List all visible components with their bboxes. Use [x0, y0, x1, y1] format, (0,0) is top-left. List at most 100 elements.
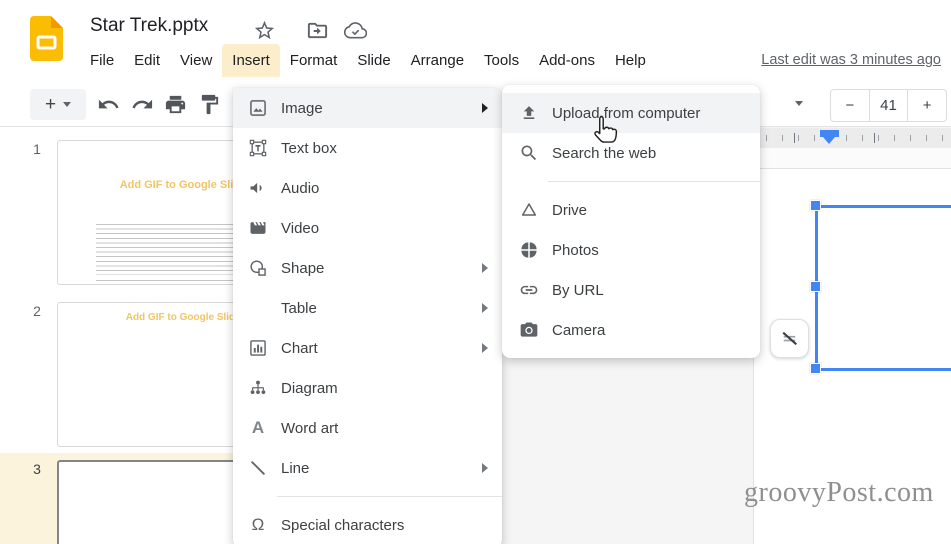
video-icon [248, 218, 268, 238]
submenu-arrow-icon [482, 303, 488, 313]
toolbar-overflow-caret[interactable] [795, 101, 803, 106]
submenu-item-label: Search the web [552, 144, 657, 162]
zoom-in-button[interactable]: + [908, 90, 946, 121]
cloud-saved-icon[interactable] [344, 19, 367, 42]
submenu-arrow-icon [482, 263, 488, 273]
slide-number: 2 [33, 303, 41, 319]
menu-item-label: Special characters [281, 516, 405, 534]
last-edit-link[interactable]: Last edit was 3 minutes ago [761, 52, 941, 68]
omega-icon: Ω [251, 515, 265, 534]
ruler-indent-triangle[interactable] [823, 137, 835, 144]
shape-icon [248, 258, 268, 278]
selected-element-outline[interactable] [815, 205, 951, 371]
submenu-item-camera[interactable]: Camera [502, 310, 760, 350]
menu-item-label: Diagram [281, 379, 338, 397]
menu-item-table[interactable]: Table [233, 288, 502, 328]
link-icon [519, 280, 539, 300]
chart-icon [248, 338, 268, 358]
menu-item-chart[interactable]: Chart [233, 328, 502, 368]
submenu-separator [548, 181, 760, 182]
drive-icon [519, 200, 539, 220]
slides-logo-icon[interactable] [30, 16, 63, 61]
selection-handle-top-left[interactable] [810, 200, 821, 211]
menu-item-shape[interactable]: Shape [233, 248, 502, 288]
menu-tools[interactable]: Tools [474, 44, 529, 77]
menu-item-label: Chart [281, 339, 318, 357]
selection-handle-bottom-left[interactable] [810, 363, 821, 374]
menu-slide[interactable]: Slide [347, 44, 400, 77]
camera-icon [519, 320, 539, 340]
image-icon [248, 98, 268, 118]
photos-icon [519, 240, 539, 260]
undo-button[interactable] [97, 93, 120, 116]
menu-item-label: Shape [281, 259, 325, 277]
menu-item-label: Text box [281, 139, 337, 157]
submenu-item-label: Drive [552, 201, 588, 219]
submenu-arrow-icon [482, 463, 488, 473]
plus-icon: + [44, 94, 57, 115]
submenu-item-drive[interactable]: Drive [502, 190, 760, 230]
menu-item-label: Line [281, 459, 310, 477]
line-strike-icon [782, 331, 798, 346]
menu-item-label: Image [281, 99, 323, 117]
submenu-arrow-icon [482, 343, 488, 353]
menu-view[interactable]: View [170, 44, 222, 77]
submenu-item-photos[interactable]: Photos [502, 230, 760, 270]
line-strike-floating-button[interactable] [770, 319, 809, 358]
menu-item-label: Audio [281, 179, 320, 197]
menu-item-text-box[interactable]: Text box [233, 128, 502, 168]
menu-item-label: Video [281, 219, 320, 237]
menu-item-word-art[interactable]: A Word art [233, 408, 502, 448]
redo-button[interactable] [131, 93, 154, 116]
menu-item-image[interactable]: Image [233, 88, 502, 128]
print-button[interactable] [164, 93, 187, 116]
star-icon[interactable] [253, 19, 276, 42]
ruler-indent-marker[interactable] [820, 130, 839, 137]
image-submenu: Upload from computer Search the web Driv… [502, 85, 760, 358]
menu-bar: File Edit View Insert Format Slide Arran… [80, 44, 656, 77]
menu-help[interactable]: Help [605, 44, 656, 77]
menu-edit[interactable]: Edit [124, 44, 170, 77]
zoom-out-button[interactable]: − [831, 90, 869, 121]
hand-cursor [588, 114, 620, 152]
submenu-item-label: Camera [552, 321, 606, 339]
textbox-icon [248, 138, 268, 158]
new-slide-button[interactable]: + [30, 89, 86, 120]
paint-format-button[interactable] [198, 93, 221, 116]
menu-item-line[interactable]: Line [233, 448, 502, 488]
menu-item-diagram[interactable]: Diagram [233, 368, 502, 408]
menu-insert[interactable]: Insert [222, 44, 280, 77]
slide-number: 1 [33, 141, 41, 157]
top-bar: Star Trek.pptx File Edit View Insert For… [0, 0, 951, 83]
selection-handle-mid-left[interactable] [810, 281, 821, 292]
watermark: groovyPost.com [744, 477, 934, 508]
slide-number: 3 [33, 461, 41, 477]
document-title[interactable]: Star Trek.pptx [90, 15, 208, 37]
zoom-stepper: − 41 + [830, 89, 947, 122]
menu-item-audio[interactable]: Audio [233, 168, 502, 208]
menu-separator [277, 496, 502, 497]
audio-icon [248, 178, 268, 198]
menu-arrange[interactable]: Arrange [401, 44, 474, 77]
move-to-folder-icon[interactable] [306, 19, 329, 42]
submenu-item-upload-from-computer[interactable]: Upload from computer [502, 93, 760, 133]
insert-menu: Image Text box Audio Video Shape Table C… [233, 88, 502, 544]
submenu-arrow-icon [482, 103, 488, 113]
new-slide-caret-icon [63, 102, 72, 107]
menu-item-video[interactable]: Video [233, 208, 502, 248]
upload-icon [519, 103, 539, 123]
menu-format[interactable]: Format [280, 44, 348, 77]
menu-item-special-characters[interactable]: Ω Special characters [233, 505, 502, 544]
diagram-icon [248, 378, 268, 398]
submenu-item-label: Upload from computer [552, 104, 701, 122]
wordart-icon: A [251, 418, 265, 437]
menu-addons[interactable]: Add-ons [529, 44, 605, 77]
line-icon [248, 458, 268, 478]
menu-file[interactable]: File [80, 44, 124, 77]
submenu-item-label: Photos [552, 241, 599, 259]
menu-item-label: Table [281, 299, 317, 317]
submenu-item-search-the-web[interactable]: Search the web [502, 133, 760, 173]
zoom-value[interactable]: 41 [868, 90, 909, 121]
search-icon [519, 143, 539, 163]
submenu-item-by-url[interactable]: By URL [502, 270, 760, 310]
